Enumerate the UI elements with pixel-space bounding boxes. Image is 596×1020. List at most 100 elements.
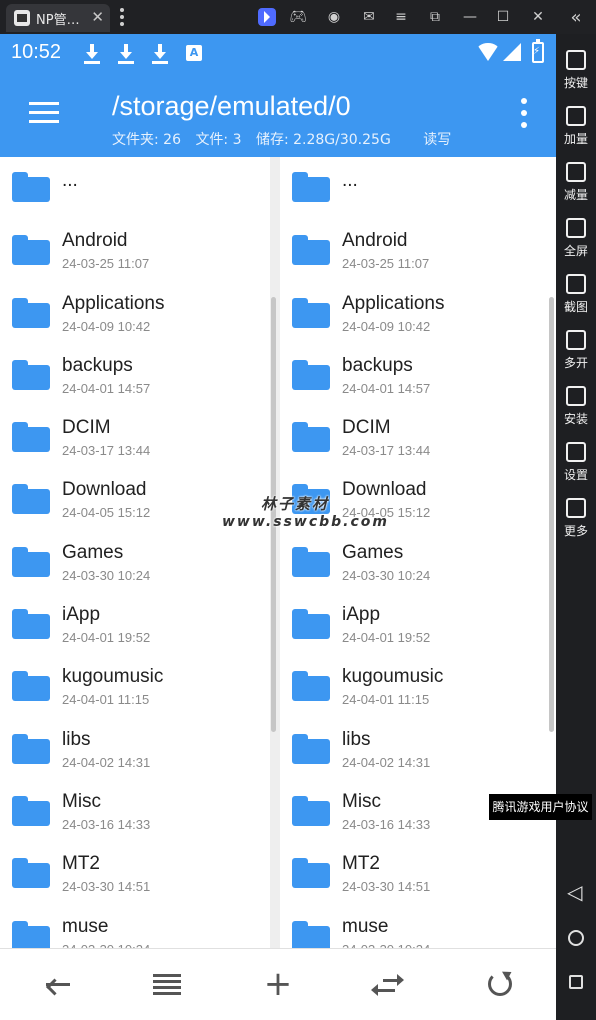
add-button[interactable]: +	[238, 949, 318, 1020]
collapse-sidebar-button[interactable]: «	[565, 6, 587, 28]
folder-row[interactable]: MT2 24-03-30 14:51	[280, 842, 556, 904]
android-home-button[interactable]	[556, 921, 596, 957]
gamepad-icon[interactable]: 🎮︎	[287, 6, 309, 28]
folder-row[interactable]: Games 24-03-30 10:24	[280, 531, 556, 593]
folder-date: 24-04-05 15:12	[342, 505, 431, 521]
folder-name: backups	[342, 354, 413, 376]
back-button[interactable]	[16, 949, 96, 1020]
refresh-button[interactable]	[460, 949, 540, 1020]
folder-row[interactable]: Misc 24-03-16 14:33	[0, 780, 270, 842]
folder-icon	[292, 359, 330, 390]
close-window-button[interactable]: ✕	[527, 6, 549, 28]
side-button-volume-up[interactable]: 加量	[556, 106, 596, 162]
folder-row[interactable]: iApp 24-04-01 19:52	[0, 593, 270, 655]
side-button-label: 全屏	[563, 244, 588, 258]
folder-date: 24-04-01 14:57	[62, 380, 151, 396]
folder-name: kugoumusic	[62, 666, 164, 688]
keyboard-icon	[566, 50, 586, 70]
boost-icon[interactable]	[258, 8, 276, 26]
side-button-label: 设置	[563, 468, 588, 482]
mail-icon[interactable]: ✉	[358, 6, 380, 28]
right-scrollbar[interactable]	[549, 297, 554, 732]
folder-name: DCIM	[62, 417, 111, 439]
folder-row[interactable]: muse24-03-30 10:24	[280, 905, 556, 948]
folder-name: iApp	[342, 604, 381, 626]
folder-row[interactable]: Download 24-04-05 15:12	[280, 468, 556, 530]
overflow-menu-button[interactable]	[521, 98, 527, 130]
volume-up-icon	[566, 106, 586, 126]
file-list-right[interactable]: ... Android 24-03-25 11:07 Applications 24-0…	[280, 157, 556, 948]
folder-icon	[12, 920, 50, 948]
back-triangle-icon	[567, 880, 582, 904]
folder-icon	[292, 484, 330, 515]
folder-icon	[292, 172, 330, 202]
folder-row[interactable]: ...	[280, 157, 556, 219]
folder-icon	[12, 172, 50, 202]
folder-row[interactable]: muse24-03-30 10:24	[0, 905, 270, 948]
folder-date: 24-04-01 11:15	[342, 692, 430, 708]
folder-row[interactable]: libs 24-04-02 14:31	[280, 718, 556, 780]
side-button-keyboard[interactable]: 按键	[556, 50, 596, 106]
minimize-button[interactable]: —	[459, 6, 481, 28]
scissors-icon	[566, 274, 586, 294]
folder-icon	[292, 297, 330, 328]
folder-row[interactable]: Android 24-03-25 11:07	[280, 219, 556, 281]
folder-row[interactable]: Applications 24-04-09 10:42	[0, 282, 270, 344]
tab-menu-icon[interactable]	[120, 8, 124, 26]
folder-row[interactable]: ...	[0, 157, 270, 219]
folder-icon	[12, 359, 50, 390]
side-button-more[interactable]: 更多	[556, 498, 596, 554]
side-button-settings[interactable]: 设置	[556, 442, 596, 498]
folder-row[interactable]: iApp 24-04-01 19:52	[280, 593, 556, 655]
swap-panes-button[interactable]	[349, 949, 429, 1020]
folder-icon	[12, 546, 50, 577]
side-button-volume-down[interactable]: 减量	[556, 162, 596, 218]
folder-icon	[292, 671, 330, 702]
popout-icon[interactable]: ⧉	[424, 6, 446, 28]
folder-name: Download	[342, 479, 427, 501]
app-tab-title: NP管…	[36, 12, 80, 28]
close-tab-icon[interactable]: ✕	[91, 7, 104, 27]
folder-date: 24-04-01 19:52	[342, 630, 431, 646]
side-button-fullscreen[interactable]: 全屏	[556, 218, 596, 274]
folder-name: kugoumusic	[342, 666, 444, 688]
folder-date: 24-03-16 14:33	[342, 816, 431, 832]
file-count: 文件: 3	[195, 132, 242, 148]
app-tab[interactable]: NP管… ✕	[6, 4, 110, 32]
android-back-button[interactable]	[556, 876, 596, 912]
side-button-label: 多开	[563, 356, 588, 370]
folder-row[interactable]: DCIM 24-03-17 13:44	[0, 406, 270, 468]
android-recents-button[interactable]	[556, 965, 596, 1001]
folder-date: 24-04-01 14:57	[342, 380, 431, 396]
path-info: 文件夹: 26 文件: 3 储存: 2.28G/30.25G 读写	[112, 129, 461, 149]
folder-row[interactable]: DCIM 24-03-17 13:44	[280, 406, 556, 468]
folder-row[interactable]: backups 24-04-01 14:57	[0, 344, 270, 406]
drawer-menu-button[interactable]	[29, 102, 59, 124]
menu-icon[interactable]: ≡	[390, 6, 412, 28]
folder-row[interactable]: Applications 24-04-09 10:42	[280, 282, 556, 344]
side-button-apk[interactable]: 安装	[556, 386, 596, 442]
folder-row[interactable]: kugoumusic 24-04-01 11:15	[280, 655, 556, 717]
left-scrollbar[interactable]	[271, 297, 276, 732]
folder-date: 24-04-02 14:31	[342, 754, 431, 770]
folder-row[interactable]: kugoumusic 24-04-01 11:15	[0, 655, 270, 717]
folder-icon	[12, 795, 50, 826]
maximize-button[interactable]: ☐	[492, 6, 514, 28]
side-button-scissors[interactable]: 截图	[556, 274, 596, 330]
folder-row[interactable]: MT2 24-03-30 14:51	[0, 842, 270, 904]
account-icon[interactable]: ◉	[323, 6, 345, 28]
folder-icon	[292, 422, 330, 453]
folder-date: 24-03-30 10:24	[62, 567, 151, 583]
folder-row[interactable]: Games 24-03-30 10:24	[0, 531, 270, 593]
folder-row[interactable]: libs 24-04-02 14:31	[0, 718, 270, 780]
folder-row[interactable]: Android 24-03-25 11:07	[0, 219, 270, 281]
list-view-button[interactable]	[127, 949, 207, 1020]
storage-usage: 储存: 2.28G/30.25G	[255, 132, 391, 148]
side-button-multi-instance[interactable]: 多开	[556, 330, 596, 386]
folder-date: 24-03-30 14:51	[342, 879, 431, 895]
file-list-left[interactable]: ... Android 24-03-25 11:07 Applications 24-0…	[0, 157, 270, 948]
folder-row[interactable]: backups 24-04-01 14:57	[280, 344, 556, 406]
folder-name: Download	[62, 479, 147, 501]
folder-row[interactable]: Download 24-04-05 15:12	[0, 468, 270, 530]
user-agreement-tooltip[interactable]: 腾讯游戏用户协议	[489, 794, 592, 820]
